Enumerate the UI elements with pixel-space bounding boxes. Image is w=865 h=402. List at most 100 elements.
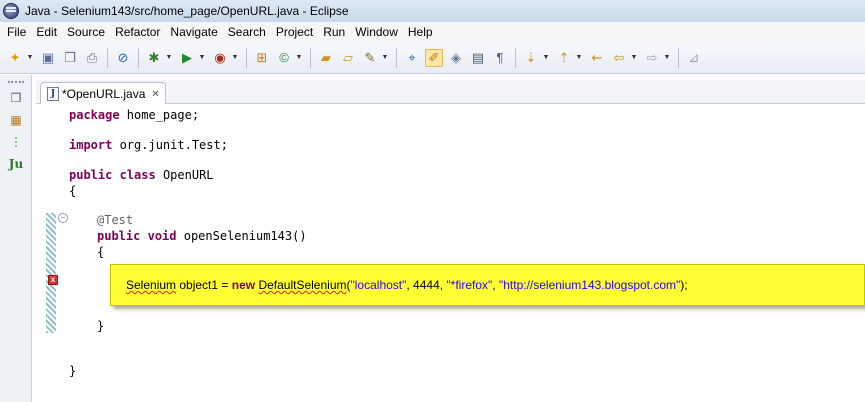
- show-source-icon[interactable]: ¶: [491, 49, 509, 67]
- toolbar-separator: [396, 47, 397, 68]
- keyword: new: [231, 278, 256, 292]
- search-dropdown-icon[interactable]: ▼: [381, 49, 389, 67]
- next-annotation-down-icon[interactable]: ⇣: [522, 49, 540, 67]
- new-java-class-icon[interactable]: ©: [275, 49, 293, 67]
- eclipse-logo-icon: [3, 3, 19, 19]
- pin-icon[interactable]: ⊿: [685, 49, 703, 67]
- highlighted-code-callout: Selenium object1 = new DefaultSelenium("…: [110, 264, 865, 306]
- tab-openurl-java[interactable]: J *OpenURL.java ✕: [40, 82, 166, 105]
- new-icon[interactable]: ✦: [6, 49, 24, 67]
- toggle-block-selection-icon[interactable]: ◈: [447, 49, 465, 67]
- toggle-mark-occurrences-icon[interactable]: ✐: [425, 48, 443, 67]
- new-java-package-icon[interactable]: ⊞: [253, 49, 271, 67]
- keyword: import: [69, 138, 113, 152]
- save-all-icon[interactable]: ❐: [61, 49, 79, 67]
- keyword: void: [147, 229, 177, 243]
- error-constructor: DefaultSelenium: [258, 278, 347, 292]
- print-icon[interactable]: ⎙: [83, 49, 101, 67]
- debug-dropdown-icon[interactable]: ▼: [165, 49, 173, 67]
- vertical-ruler: x: [36, 104, 58, 402]
- code-line: public class OpenURL: [69, 167, 214, 183]
- show-whitespace-icon[interactable]: ▤: [469, 49, 487, 67]
- toolbar-separator: [678, 47, 679, 68]
- keyword: public: [97, 229, 141, 243]
- keyword: class: [119, 168, 156, 182]
- highlighted-code-line: Selenium object1 = new DefaultSelenium("…: [126, 277, 688, 293]
- search-icon[interactable]: ✎: [361, 49, 379, 67]
- toolbar-separator: [515, 47, 516, 68]
- toolbar-separator: [138, 47, 139, 68]
- run-dropdown-icon[interactable]: ▼: [198, 49, 206, 67]
- menu-project[interactable]: Project: [271, 22, 318, 42]
- string-literal: "http://selenium143.blogspot.com": [498, 278, 681, 292]
- method-open-brace: {: [97, 245, 105, 259]
- back-dropdown-icon[interactable]: ▼: [630, 49, 638, 67]
- code-line: @Test: [97, 212, 133, 228]
- toolbar-separator: [246, 47, 247, 68]
- error-marker-icon[interactable]: x: [48, 275, 58, 285]
- new-class-dropdown-icon[interactable]: ▼: [295, 49, 303, 67]
- code-line: }: [97, 318, 104, 334]
- collapse-icon[interactable]: −: [58, 213, 68, 223]
- next-annotation-icon[interactable]: ⌖: [403, 49, 421, 67]
- menu-navigate[interactable]: Navigate: [165, 22, 222, 42]
- editor-tab-bar: J *OpenURL.java ✕: [36, 80, 865, 105]
- code-token: home_page;: [119, 108, 200, 122]
- menu-edit[interactable]: Edit: [31, 22, 62, 42]
- left-trim-stack: ❐ ▦ ⋮ Ju: [0, 75, 32, 402]
- previous-annotation-icon[interactable]: ⇡: [555, 49, 573, 67]
- window-title: Java - Selenium143/src/home_page/OpenURL…: [25, 4, 349, 18]
- new-dropdown-icon[interactable]: ▼: [26, 49, 34, 67]
- class-name: OpenURL: [155, 168, 214, 182]
- menu-help[interactable]: Help: [403, 22, 438, 42]
- junit-icon[interactable]: Ju: [7, 155, 25, 173]
- menu-file[interactable]: File: [2, 22, 31, 42]
- next-annotation-dropdown-icon[interactable]: ▼: [542, 49, 550, 67]
- string-literal: "localhost": [350, 278, 407, 292]
- run-icon[interactable]: ▶: [178, 49, 196, 67]
- code-line: {: [69, 183, 76, 199]
- hierarchy-icon[interactable]: ⋮: [7, 133, 25, 151]
- keyword: package: [69, 108, 120, 122]
- menu-source[interactable]: Source: [62, 22, 110, 42]
- toolbar-separator: [310, 47, 311, 68]
- menu-run[interactable]: Run: [318, 22, 350, 42]
- java-file-icon: J: [47, 87, 59, 101]
- open-task-icon[interactable]: ▱: [339, 49, 357, 67]
- quick-diff-change-bar: [46, 213, 56, 333]
- debug-icon[interactable]: ✱: [145, 49, 163, 67]
- save-icon[interactable]: ▣: [39, 49, 57, 67]
- package-explorer-icon[interactable]: ▦: [7, 111, 25, 129]
- back-icon[interactable]: ⇦: [610, 49, 628, 67]
- open-type-icon[interactable]: ▰: [317, 49, 335, 67]
- code-token: , 4444,: [406, 278, 447, 292]
- close-icon[interactable]: ✕: [151, 89, 159, 100]
- string-literal: "*firefox": [446, 278, 493, 292]
- forward-icon[interactable]: ⇨: [643, 49, 661, 67]
- last-edit-icon[interactable]: ⇜: [588, 49, 606, 67]
- open-brace: {: [69, 184, 77, 198]
- code-token: );: [680, 278, 688, 292]
- annotation: @Test: [97, 213, 134, 227]
- menu-window[interactable]: Window: [350, 22, 403, 42]
- menu-search[interactable]: Search: [223, 22, 271, 42]
- previous-annotation-dropdown-icon[interactable]: ▼: [575, 49, 583, 67]
- toolbar-separator: [107, 47, 108, 68]
- code-token: object1 =: [176, 278, 232, 292]
- method-name: openSelenium143(): [176, 229, 307, 243]
- tab-label: *OpenURL.java: [62, 87, 146, 101]
- menu-bar: File Edit Source Refactor Navigate Searc…: [0, 22, 865, 42]
- method-close-brace: }: [97, 319, 105, 333]
- menu-refactor[interactable]: Refactor: [110, 22, 165, 42]
- title-bar: Java - Selenium143/src/home_page/OpenURL…: [0, 0, 865, 22]
- skip-breakpoints-icon[interactable]: ⊘: [114, 49, 132, 67]
- forward-dropdown-icon[interactable]: ▼: [663, 49, 671, 67]
- external-tools-dropdown-icon[interactable]: ▼: [231, 49, 239, 67]
- java-editor[interactable]: x − package home_page; import org.junit.…: [36, 104, 865, 402]
- class-close-brace: }: [69, 364, 77, 378]
- trim-grip[interactable]: [8, 81, 24, 85]
- code-token: ,: [492, 278, 499, 292]
- external-tools-icon[interactable]: ◉: [211, 49, 229, 67]
- keyword: public: [69, 168, 113, 182]
- restore-icon[interactable]: ❐: [7, 89, 25, 107]
